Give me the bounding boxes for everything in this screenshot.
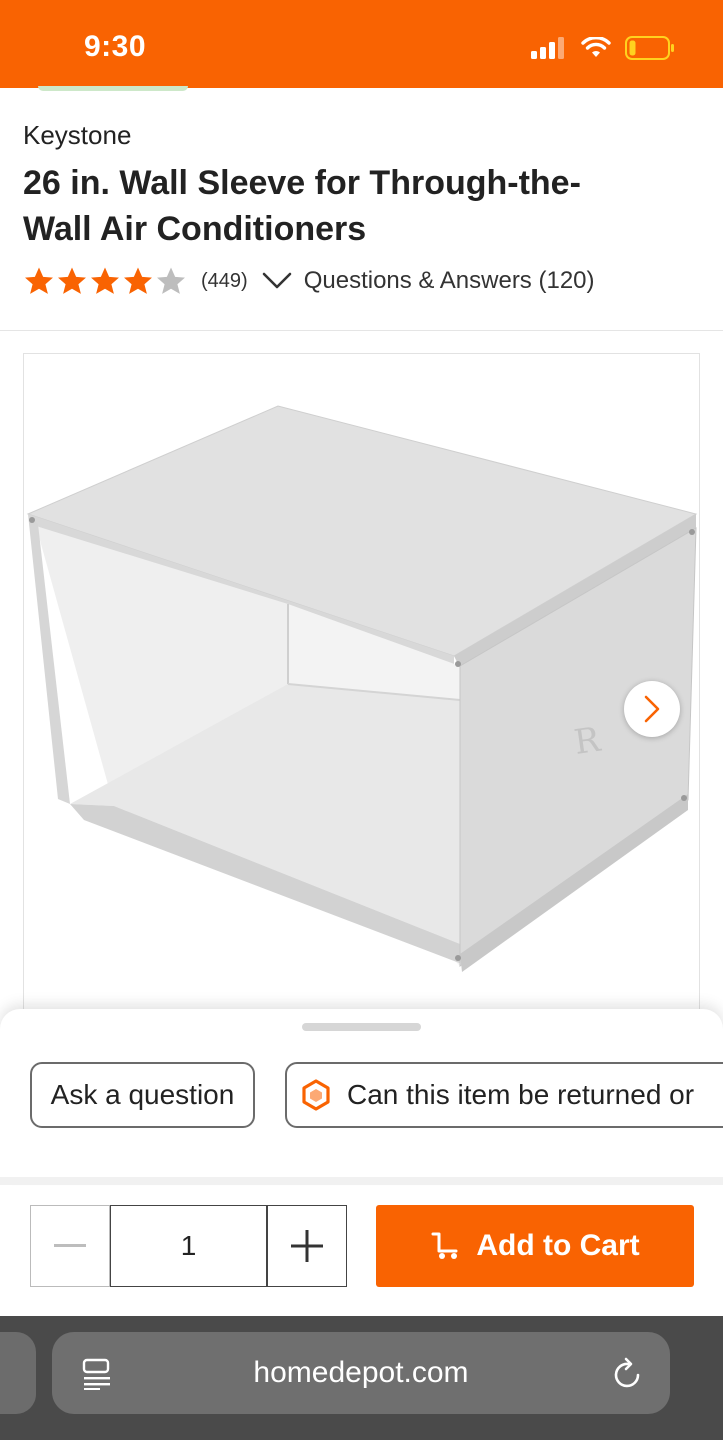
question-sheet: Ask a question Can this item be returned… bbox=[0, 1009, 723, 1177]
hexagon-icon bbox=[301, 1079, 331, 1111]
next-image-button[interactable] bbox=[624, 681, 680, 737]
battery-low-icon bbox=[625, 36, 674, 60]
sheet-separator bbox=[0, 1177, 723, 1185]
sheet-grabber[interactable] bbox=[302, 1023, 421, 1031]
reload-icon[interactable] bbox=[612, 1356, 644, 1390]
questions-answers-link[interactable]: Questions & Answers (120) bbox=[304, 267, 595, 295]
divider bbox=[0, 330, 723, 331]
add-to-cart-label: Add to Cart bbox=[476, 1229, 640, 1262]
ask-question-chip[interactable]: Ask a question bbox=[30, 1062, 255, 1128]
star-filled-icon bbox=[58, 267, 86, 294]
signal-icon bbox=[531, 37, 564, 59]
add-to-cart-button[interactable]: Add to Cart bbox=[376, 1205, 694, 1287]
return-question-label: Can this item be returned or bbox=[347, 1079, 695, 1110]
chevron-down-icon[interactable] bbox=[262, 272, 292, 290]
return-question-chip[interactable]: Can this item be returned or bbox=[285, 1062, 723, 1128]
status-time: 9:30 bbox=[84, 30, 147, 63]
url-text: homedepot.com bbox=[253, 1356, 469, 1389]
star-filled-icon bbox=[25, 267, 53, 294]
chevron-right-icon bbox=[644, 695, 660, 723]
plus-icon bbox=[291, 1230, 323, 1262]
increase-quantity-button[interactable] bbox=[267, 1205, 347, 1287]
ask-question-label: Ask a question bbox=[50, 1079, 235, 1110]
star-empty-icon bbox=[157, 267, 185, 294]
star-filled-icon bbox=[124, 267, 152, 294]
status-icons bbox=[531, 36, 675, 60]
address-bar[interactable]: homedepot.com bbox=[52, 1332, 670, 1414]
minus-icon bbox=[54, 1244, 86, 1247]
promo-banner-edge bbox=[38, 86, 188, 91]
product-image[interactable]: R bbox=[23, 353, 700, 1013]
browser-toolbar: homedepot.com bbox=[0, 1316, 723, 1440]
quantity-input[interactable]: 1 bbox=[110, 1205, 267, 1287]
status-bar: 9:30 bbox=[0, 0, 723, 88]
decrease-quantity-button[interactable] bbox=[30, 1205, 110, 1287]
wifi-icon bbox=[581, 37, 611, 57]
star-filled-icon bbox=[91, 267, 119, 294]
review-count[interactable]: (449) bbox=[201, 270, 248, 293]
wall-sleeve-illustration: R bbox=[26, 405, 698, 972]
rating-row: (449) Questions & Answers (120) bbox=[23, 262, 595, 300]
product-title: 26 in. Wall Sleeve for Through-the-Wall … bbox=[23, 164, 581, 248]
cart-icon bbox=[431, 1232, 458, 1259]
star-rating[interactable] bbox=[23, 266, 187, 296]
product-brand[interactable]: Keystone bbox=[23, 120, 131, 151]
quantity-stepper: 1 bbox=[30, 1205, 347, 1287]
previous-tab-pill[interactable] bbox=[0, 1332, 36, 1414]
